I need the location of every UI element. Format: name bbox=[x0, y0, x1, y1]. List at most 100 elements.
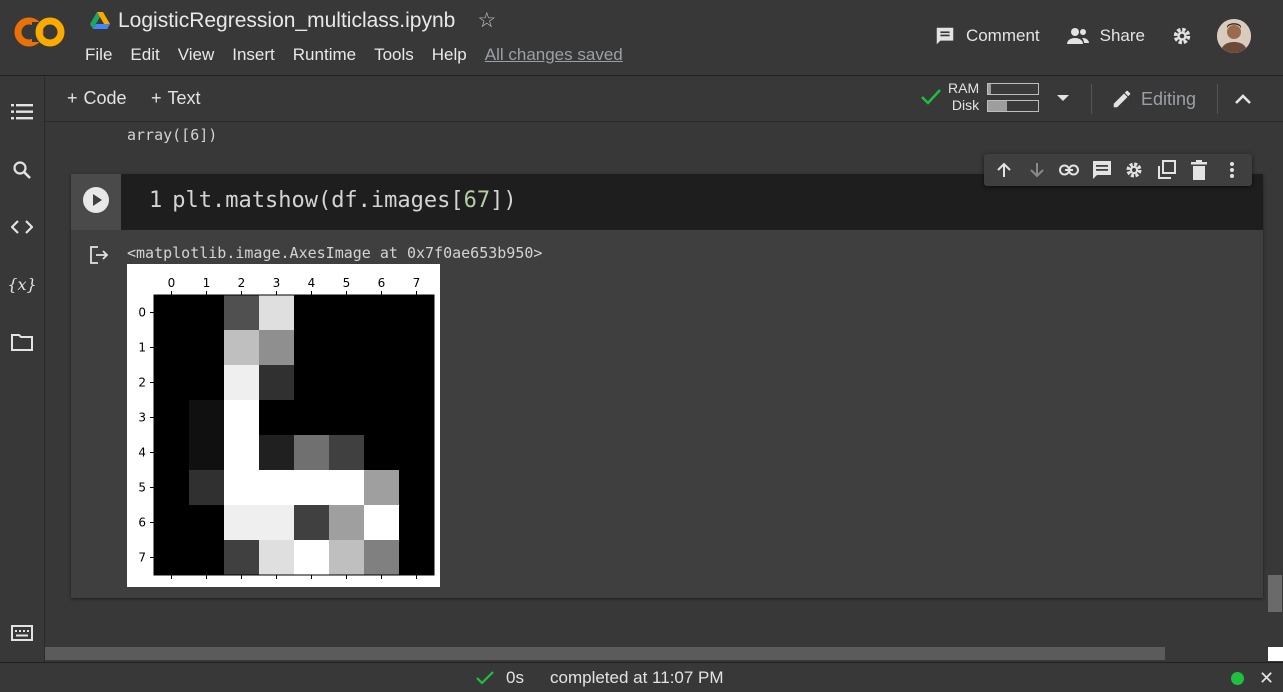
comment-button[interactable]: Comment bbox=[934, 25, 1040, 47]
heatmap-cell bbox=[189, 400, 224, 435]
code-snippets-icon[interactable] bbox=[11, 216, 33, 238]
heatmap-cell bbox=[154, 365, 189, 400]
vertical-scrollbar[interactable] bbox=[1268, 575, 1282, 612]
add-comment-icon[interactable] bbox=[1091, 159, 1113, 181]
add-code-label: Code bbox=[83, 88, 127, 108]
line-number: 1 bbox=[149, 188, 163, 213]
files-icon[interactable] bbox=[11, 331, 33, 353]
heatmap-cell bbox=[329, 505, 364, 540]
x-tick-label: 1 bbox=[203, 276, 211, 290]
link-icon[interactable] bbox=[1058, 159, 1080, 181]
menu-edit[interactable]: Edit bbox=[130, 45, 167, 65]
variables-icon[interactable]: {x} bbox=[7, 273, 36, 295]
gear-icon bbox=[1173, 27, 1191, 45]
heatmap-cell bbox=[329, 470, 364, 505]
notebook-title[interactable]: LogisticRegression_multiclass.ipynb bbox=[118, 9, 455, 33]
pencil-icon bbox=[1113, 90, 1131, 108]
y-tick-label: 6 bbox=[138, 516, 146, 530]
colab-logo[interactable] bbox=[12, 12, 68, 52]
heatmap-cell bbox=[364, 435, 399, 470]
avatar[interactable] bbox=[1217, 19, 1251, 53]
heatmap-cell bbox=[329, 540, 364, 575]
heatmap-cell bbox=[259, 365, 294, 400]
settings-button[interactable] bbox=[1171, 25, 1193, 47]
x-tick-label: 3 bbox=[273, 276, 281, 290]
scrollbar-corner bbox=[1268, 647, 1283, 661]
status-bar: 0s completed at 11:07 PM ✕ bbox=[0, 662, 1283, 692]
menu-file[interactable]: File bbox=[85, 45, 120, 65]
x-tick-label: 7 bbox=[413, 276, 421, 290]
heatmap-cell bbox=[224, 470, 259, 505]
cell-settings-gear-icon[interactable] bbox=[1123, 159, 1145, 181]
search-icon[interactable] bbox=[11, 159, 33, 181]
google-drive-icon[interactable] bbox=[90, 11, 110, 30]
more-options-icon[interactable] bbox=[1221, 159, 1243, 181]
heatmap-cell bbox=[189, 435, 224, 470]
clear-output-icon[interactable] bbox=[87, 244, 109, 266]
collapse-header-icon[interactable] bbox=[1231, 88, 1255, 110]
heatmap-cell bbox=[399, 330, 434, 365]
heatmap-cell bbox=[399, 295, 434, 330]
mirror-cell-icon[interactable] bbox=[1156, 159, 1178, 181]
heatmap-cell bbox=[189, 295, 224, 330]
chevron-down-icon[interactable] bbox=[1051, 87, 1075, 107]
code-line[interactable]: 1 plt.matshow(df.images[67]) bbox=[149, 188, 517, 213]
terminal-icon[interactable] bbox=[11, 622, 33, 644]
menu-tools[interactable]: Tools bbox=[374, 45, 422, 65]
heatmap-cell bbox=[259, 400, 294, 435]
heatmap-cell bbox=[259, 295, 294, 330]
menu-help[interactable]: Help bbox=[432, 45, 475, 65]
save-status-link[interactable]: All changes saved bbox=[485, 45, 631, 65]
heatmap-cell bbox=[189, 365, 224, 400]
horizontal-scrollbar[interactable] bbox=[45, 647, 1165, 660]
add-text-button[interactable]: + Text bbox=[151, 88, 201, 109]
menu-runtime[interactable]: Runtime bbox=[293, 45, 364, 65]
heatmap-cell bbox=[154, 470, 189, 505]
previous-cell-output: array([6]) bbox=[127, 126, 218, 144]
heatmap-cell bbox=[364, 295, 399, 330]
heatmap-cell bbox=[399, 435, 434, 470]
heatmap-cell bbox=[364, 330, 399, 365]
star-icon[interactable]: ☆ bbox=[477, 8, 496, 33]
table-of-contents-icon[interactable] bbox=[11, 101, 33, 123]
add-text-label: Text bbox=[167, 88, 201, 108]
heatmap-cell bbox=[154, 400, 189, 435]
people-icon bbox=[1066, 28, 1089, 44]
editing-mode-button[interactable]: Editing bbox=[1111, 88, 1196, 110]
menu-bar: File Edit View Insert Runtime Tools Help… bbox=[85, 45, 641, 65]
heatmap-cell bbox=[154, 330, 189, 365]
share-button[interactable]: Share bbox=[1066, 25, 1145, 47]
heatmap-cell bbox=[364, 505, 399, 540]
heatmap-cell bbox=[154, 435, 189, 470]
plus-icon: + bbox=[151, 88, 162, 108]
delete-cell-icon[interactable] bbox=[1188, 159, 1210, 181]
code-cell[interactable]: 1 plt.matshow(df.images[67]) <matplotlib.… bbox=[71, 154, 1263, 598]
heatmap-cell bbox=[259, 330, 294, 365]
heatmap-cell bbox=[259, 505, 294, 540]
y-tick-label: 1 bbox=[138, 341, 146, 355]
cell-output-text: <matplotlib.image.AxesImage at 0x7f0ae65… bbox=[127, 244, 543, 262]
heatmap-cell bbox=[259, 435, 294, 470]
heatmap-cell bbox=[294, 470, 329, 505]
heatmap-cell bbox=[224, 330, 259, 365]
heatmap-cell bbox=[364, 400, 399, 435]
heatmap-cell bbox=[329, 400, 364, 435]
matshow-plot: 0 1 2 3 4 5 6 7 0 1 2 3 4 5 6 7 bbox=[127, 264, 440, 587]
x-tick-label: 2 bbox=[238, 276, 246, 290]
close-icon[interactable]: ✕ bbox=[1259, 668, 1274, 689]
heatmap-cell bbox=[224, 400, 259, 435]
move-cell-down-icon[interactable] bbox=[1026, 159, 1048, 181]
menu-view[interactable]: View bbox=[178, 45, 223, 65]
run-cell-button[interactable] bbox=[83, 187, 109, 213]
heatmap-cell bbox=[364, 365, 399, 400]
add-code-button[interactable]: + Code bbox=[67, 88, 127, 109]
execution-completed-text: completed at 11:07 PM bbox=[550, 668, 724, 687]
move-cell-up-icon[interactable] bbox=[993, 159, 1015, 181]
heatmap-cell bbox=[189, 470, 224, 505]
heatmap-cell bbox=[399, 365, 434, 400]
resource-monitor[interactable]: RAM Disk bbox=[920, 80, 1075, 114]
notebook-toolbar: + Code + Text RAM Disk Editing bbox=[45, 76, 1283, 122]
connection-status-indicator bbox=[1231, 672, 1244, 685]
menu-insert[interactable]: Insert bbox=[232, 45, 283, 65]
heatmap-cell bbox=[189, 330, 224, 365]
